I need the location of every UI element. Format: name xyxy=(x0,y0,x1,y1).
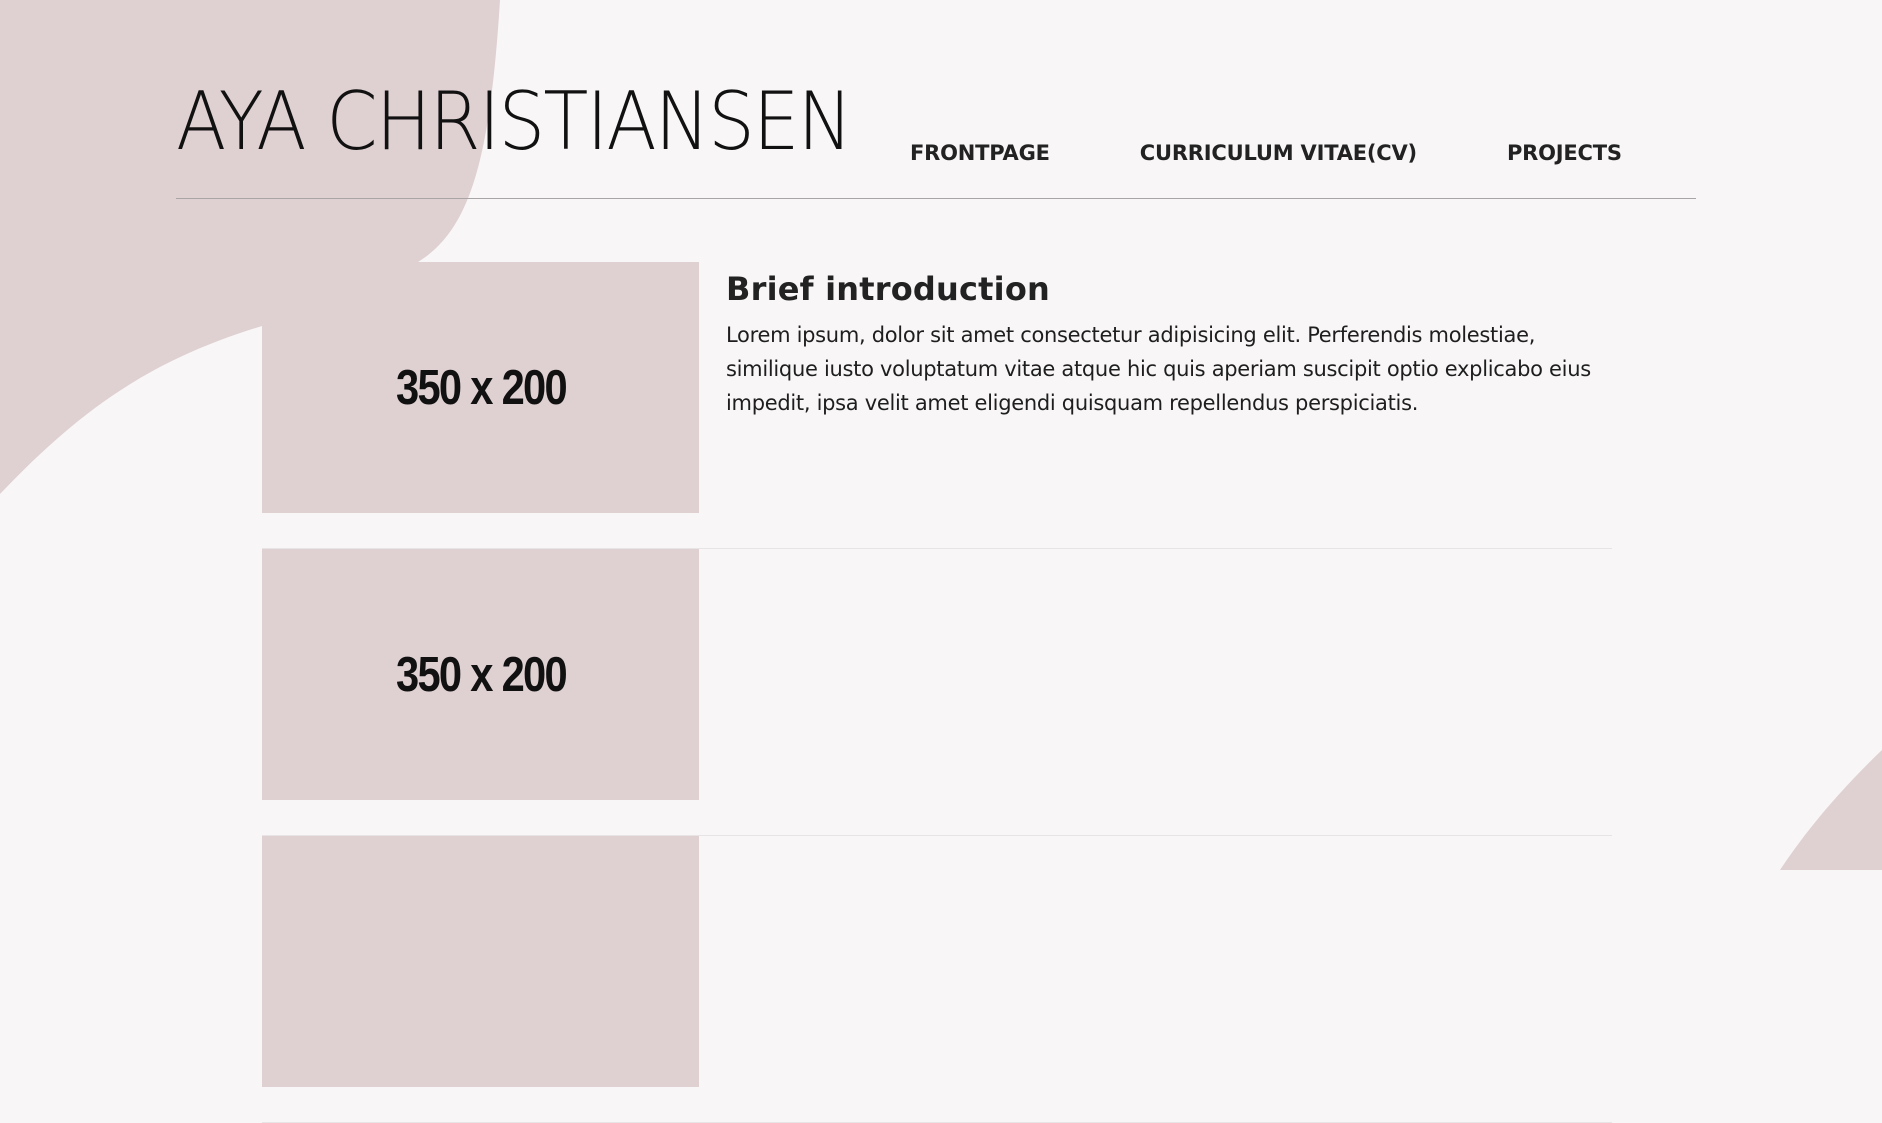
background-blob-bottom-right xyxy=(1780,750,1882,870)
main-nav: FRONTPAGE CURRICULUM VITAE(CV) PROJECTS xyxy=(910,141,1622,165)
project-intro: Brief introduction Lorem ipsum, dolor si… xyxy=(726,270,1606,420)
project-row: 350 x 200 xyxy=(262,549,1612,836)
nav-link-projects[interactable]: PROJECTS xyxy=(1507,141,1622,165)
nav-link-curriculum-vitae[interactable]: CURRICULUM VITAE(CV) xyxy=(1140,141,1417,165)
project-thumbnail[interactable] xyxy=(262,836,699,1087)
project-thumbnail[interactable]: 350 x 200 xyxy=(262,549,699,800)
project-thumbnail[interactable]: 350 x 200 xyxy=(262,262,699,513)
site-title: AYA CHRISTIANSEN xyxy=(176,75,853,168)
project-row xyxy=(262,836,1612,1123)
thumbnail-placeholder-text: 350 x 200 xyxy=(395,647,568,702)
nav-link-frontpage[interactable]: FRONTPAGE xyxy=(910,141,1050,165)
intro-heading: Brief introduction xyxy=(726,270,1051,308)
project-list: 350 x 200 Brief introduction Lorem ipsum… xyxy=(262,262,1612,1123)
intro-text: Lorem ipsum, dolor sit amet consectetur … xyxy=(726,323,1591,415)
site-header: AYA CHRISTIANSEN FRONTPAGE CURRICULUM VI… xyxy=(176,0,1696,199)
thumbnail-placeholder-text: 350 x 200 xyxy=(395,360,568,415)
project-row: 350 x 200 Brief introduction Lorem ipsum… xyxy=(262,262,1612,549)
